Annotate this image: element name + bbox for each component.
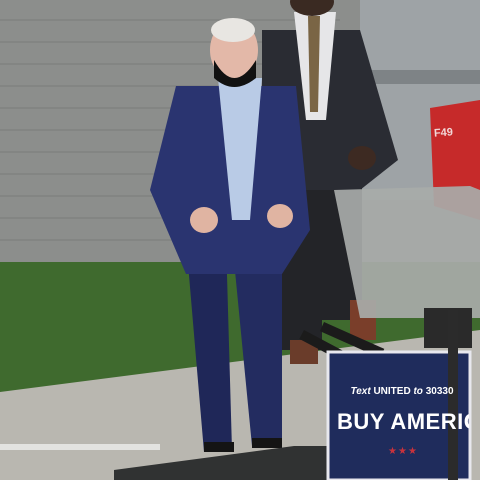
curb-line [0,444,160,450]
sign-slogan: BUY AMERICA [337,409,469,434]
sign-text-instruction: Text UNITED to 30330 [350,386,454,397]
truck-label: F49 [433,126,454,140]
photo-scene: Text UNITED to 30330 BUY AMERICA ★★★ F49 [0,0,480,480]
scene-illustration [0,0,480,480]
building-ledge [360,70,480,84]
sign-stars: ★★★ [388,446,418,457]
